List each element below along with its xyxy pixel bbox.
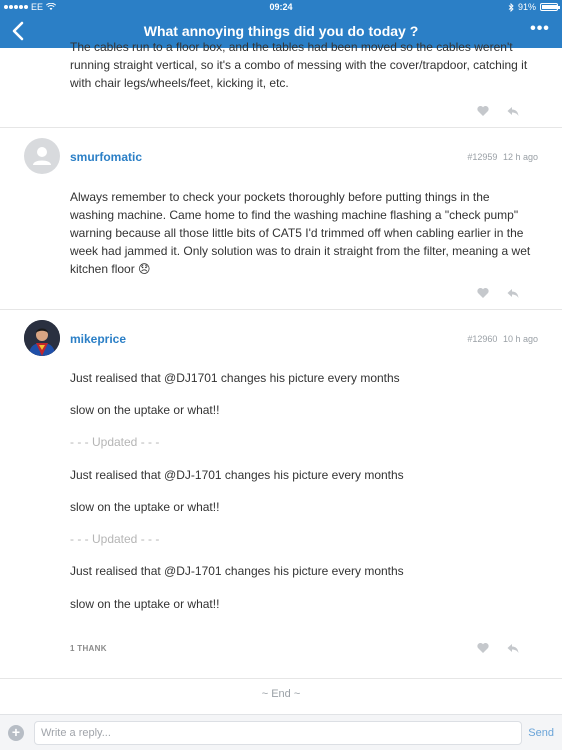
post-actions [476,641,520,655]
battery-icon [540,3,560,11]
divider [0,127,562,128]
bluetooth-icon [508,2,514,12]
status-time: 09:24 [269,2,293,12]
plus-icon: + [11,724,21,740]
post-author[interactable]: mikeprice [70,332,126,346]
post-line: with chair legs/wheels/feet, kicking it,… [70,76,289,90]
avatar[interactable] [24,320,60,356]
page-title: What annoying things did you do today ? [143,23,419,39]
post-line: running straight vertical, so it's a com… [70,58,528,72]
post-actions [476,104,520,118]
add-attachment-button[interactable]: + [8,725,24,741]
post-line: slow on the uptake or what!! [70,597,220,611]
reply-input[interactable] [34,721,522,745]
end-marker: ~ End ~ [261,688,301,700]
avatar[interactable] [24,138,60,174]
post-id[interactable]: #12959 [467,152,497,162]
reply-arrow-icon[interactable] [506,104,520,118]
reply-arrow-icon[interactable] [506,286,520,300]
post-line: washing machine. Came home to find the w… [70,208,519,222]
heart-icon[interactable] [476,286,490,300]
post-line: slow on the uptake or what!! [70,403,220,417]
post-line: week had jammed it. Only solution was to… [70,244,531,258]
post-actions [476,286,520,300]
reply-arrow-icon[interactable] [506,641,520,655]
post-line: kitchen floor 😞 [70,262,151,276]
thanks-count[interactable]: 1 THANK [70,644,107,653]
post-line: Always remember to check your pockets th… [70,190,490,204]
ellipsis-icon: ••• [530,20,550,37]
divider [0,309,562,310]
post-line: The cables run to a floor box, and the t… [70,40,513,54]
post-meta: #12960 10 h ago [467,334,538,344]
send-button[interactable]: Send [528,727,554,739]
status-right: 91% [508,2,560,12]
post-line: slow on the uptake or what!! [70,500,220,514]
divider [0,678,562,679]
post-line: Just realised that @DJ-1701 changes his … [70,564,404,578]
post-meta: #12959 12 h ago [467,152,538,162]
post-time: 12 h ago [502,152,538,162]
chevron-left-icon [12,21,24,41]
post-line: Just realised that @DJ-1701 changes his … [70,468,404,482]
post-id[interactable]: #12960 [467,334,497,344]
post-line: Just realised that @DJ1701 changes his p… [70,371,400,385]
update-separator: - - - Updated - - - [70,532,160,546]
reply-bar: + Send [0,714,562,750]
status-bar: EE 09:24 91% [0,0,562,14]
heart-icon[interactable] [476,641,490,655]
update-separator: - - - Updated - - - [70,435,160,449]
screen: EE 09:24 91% What annoying things did yo… [0,0,562,750]
heart-icon[interactable] [476,104,490,118]
superman-avatar-image [24,320,60,356]
post-line: warning because all those little bits of… [70,226,524,240]
user-placeholder-icon [33,147,51,165]
post-body: Always remember to check your pockets th… [70,188,550,278]
back-button[interactable] [8,20,30,42]
post-time: 10 h ago [502,334,538,344]
post-body: The cables run to a floor box, and the t… [70,38,550,92]
post-author[interactable]: smurfomatic [70,150,142,164]
battery-percent: 91% [517,2,536,12]
